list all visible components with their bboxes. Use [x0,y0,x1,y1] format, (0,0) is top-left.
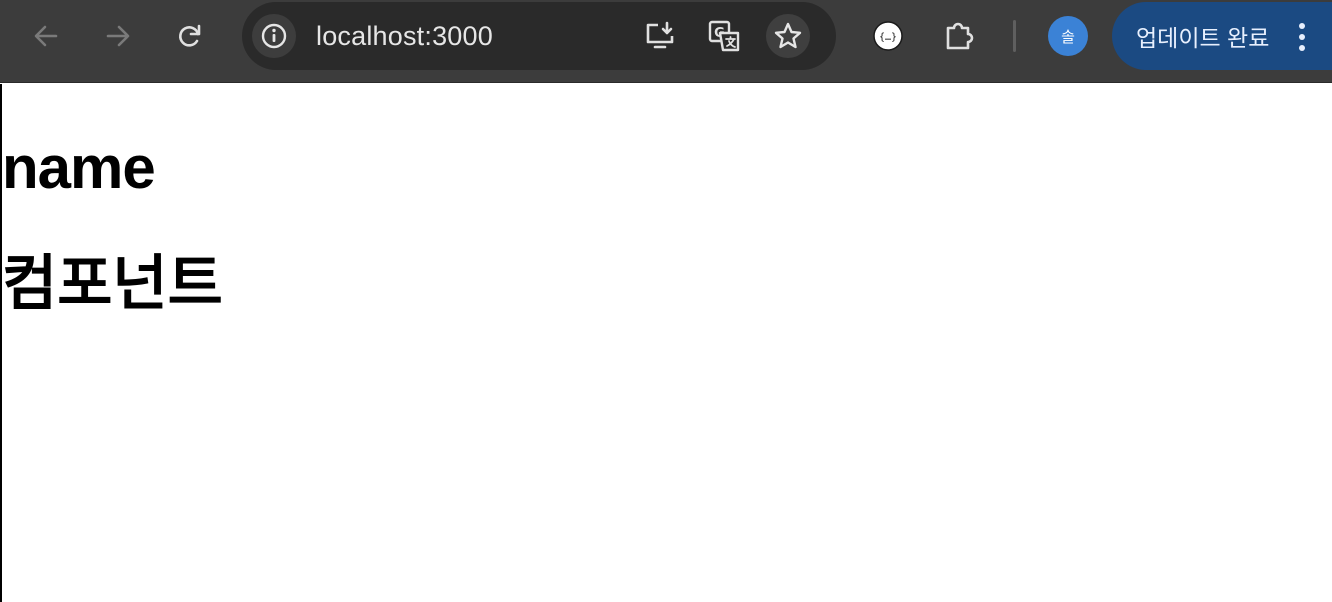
address-bar[interactable]: localhost:3000 G [242,2,836,70]
json-extension-button[interactable]: {…} [866,14,910,58]
extensions-button[interactable] [938,14,982,58]
translate-icon: G [708,20,740,52]
info-icon [261,23,287,49]
page-content: name 컴포넌트 [0,84,1332,602]
svg-text:{…}: {…} [879,32,897,43]
reload-icon [179,24,201,47]
arrow-right-icon [106,25,130,47]
back-button[interactable] [24,14,68,58]
update-button[interactable]: 업데이트 완료 [1112,2,1332,70]
install-app-icon [646,21,674,49]
update-button-label: 업데이트 완료 [1136,25,1270,51]
translate-button[interactable]: G [702,14,746,58]
forward-button[interactable] [96,14,140,58]
site-info-button[interactable] [252,14,296,58]
heading-component: 컴포넌트 [2,250,223,317]
reload-button[interactable] [168,14,212,58]
address-text[interactable]: localhost:3000 [316,21,493,52]
star-icon [774,22,802,49]
install-app-button[interactable] [638,14,682,58]
json-extension-icon: {…} [873,21,903,51]
bookmark-button[interactable] [766,14,810,58]
toolbar-divider [1013,20,1016,52]
profile-avatar[interactable]: 솔 [1048,16,1088,56]
heading-name: name [2,134,156,201]
arrow-left-icon [34,25,58,47]
puzzle-icon [946,22,974,50]
three-dots-vertical-icon[interactable] [1294,22,1310,52]
browser-toolbar: localhost:3000 G {…} [0,0,1332,83]
